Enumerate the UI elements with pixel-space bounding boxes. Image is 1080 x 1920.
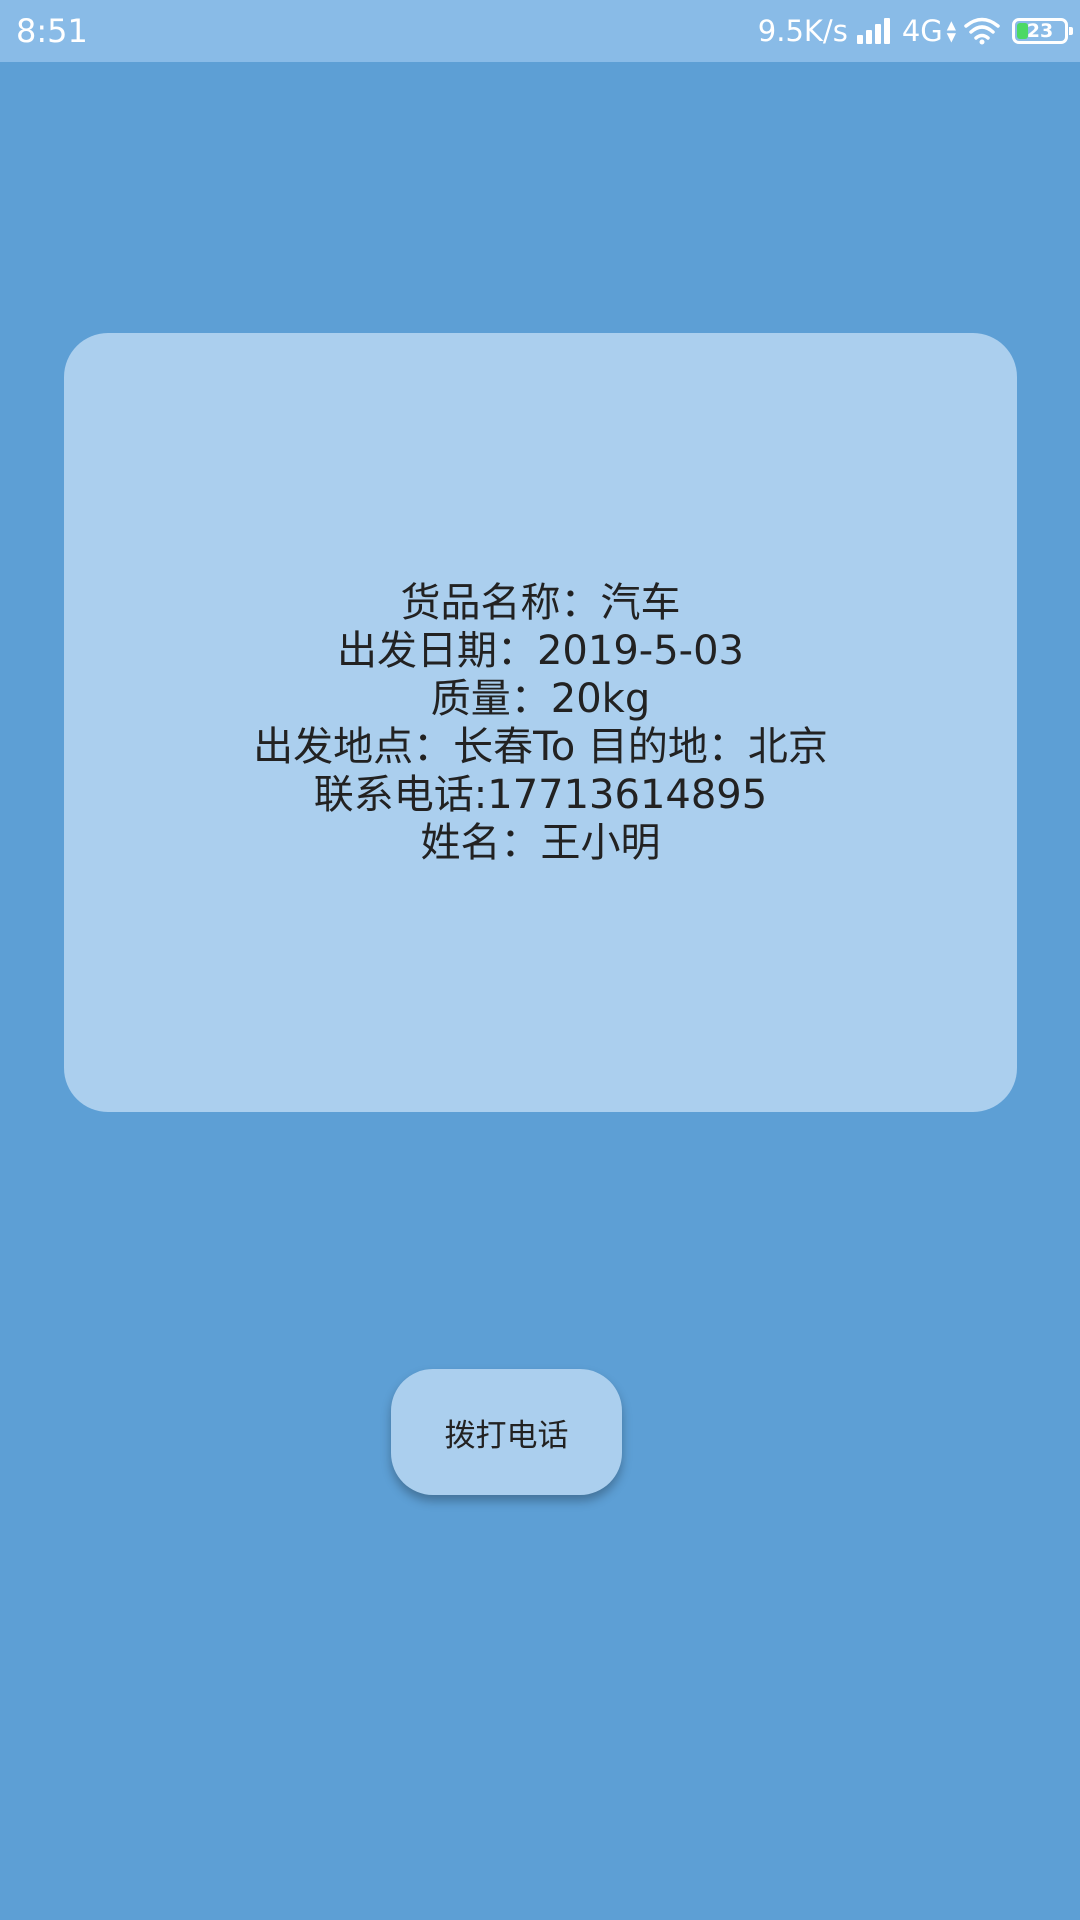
contact-phone: 联系电话:17713614895 (313, 771, 768, 818)
call-button[interactable]: 拨打电话 (391, 1369, 622, 1495)
signal-icon (856, 16, 894, 46)
status-indicators: 9.5K/s 4G ▲ ▼ 23 (757, 12, 1073, 50)
network-type-label: 4G (901, 14, 943, 48)
net-speed: 9.5K/s (757, 14, 848, 48)
updown-arrows-icon: ▲ ▼ (946, 18, 956, 44)
wifi-icon (964, 16, 1000, 46)
contact-name: 姓名：王小明 (420, 819, 661, 866)
goods-name: 货品名称：汽车 (400, 579, 681, 626)
battery-icon: 23 (1012, 18, 1073, 44)
battery-level: 23 (1026, 20, 1054, 42)
route: 出发地点：长春To 目的地：北京 (253, 723, 828, 770)
shipment-info-card: 货品名称：汽车 出发日期：2019-5-03 质量：20kg 出发地点：长春To… (64, 333, 1017, 1112)
status-time: 8:51 (16, 12, 88, 50)
weight: 质量：20kg (430, 675, 651, 722)
departure-date: 出发日期：2019-5-03 (336, 627, 744, 674)
network-type: 4G ▲ ▼ (902, 14, 956, 48)
status-bar: 8:51 9.5K/s 4G ▲ ▼ 23 (0, 0, 1080, 62)
